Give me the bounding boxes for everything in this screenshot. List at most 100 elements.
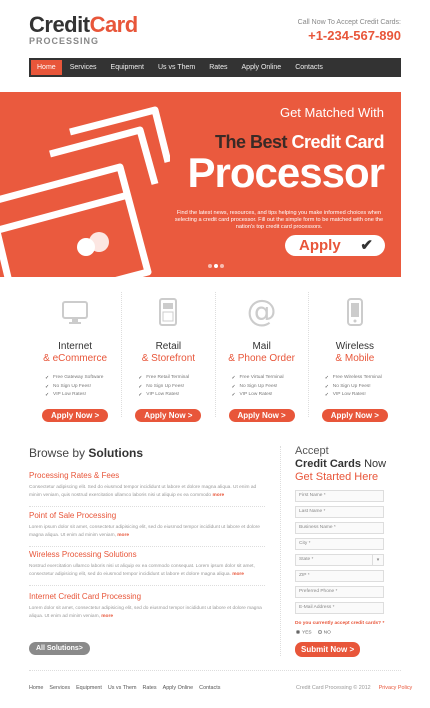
services-row: Internet & eCommerce Free Gateway Softwa… — [29, 292, 401, 422]
first-name-field[interactable]: First Name * — [295, 490, 384, 502]
more-link[interactable]: more — [212, 493, 224, 498]
footer-link-home[interactable]: Home — [29, 685, 43, 691]
hero-description: Find the latest news, resources, and tip… — [174, 210, 384, 230]
call-us-block: Call Now To Accept Credit Cards: +1-234-… — [298, 19, 401, 42]
logo-word-2: Card — [89, 12, 139, 37]
service-subtitle: & Phone Order — [228, 353, 295, 364]
state-select-label: State * — [299, 557, 314, 562]
logo-word-1: Credit — [29, 12, 90, 37]
nav-rates[interactable]: Rates — [203, 60, 233, 75]
service-title: Wireless — [335, 341, 375, 352]
more-link[interactable]: more — [101, 614, 113, 619]
apply-now-button[interactable]: Apply Now > — [135, 408, 202, 422]
slider-dot[interactable] — [208, 264, 212, 268]
footer-link-contacts[interactable]: Contacts — [199, 685, 220, 691]
browse-title-a: Browse by — [29, 446, 89, 460]
slider-dot[interactable] — [220, 264, 224, 268]
hero-banner: Get Matched With The Best Credit Card Pr… — [0, 92, 401, 277]
service-wireless: Wireless & Mobile Free Wireless Terminal… — [309, 292, 401, 422]
phone-field[interactable]: Preferred Phone * — [295, 586, 384, 598]
feature-item: No Sign Up Fees! — [138, 383, 214, 392]
privacy-policy-link[interactable]: Privacy Policy — [379, 685, 413, 691]
service-title: Mail — [252, 341, 271, 352]
last-name-field[interactable]: Last Name * — [295, 506, 384, 518]
hero-apply-label: Apply — [299, 237, 341, 254]
solution-desc: Nostrud exercitation ullamco laboris nis… — [29, 564, 255, 577]
footer-link-equipment[interactable]: Equipment — [76, 685, 102, 691]
footer-link-services[interactable]: Services — [49, 685, 70, 691]
feature-item: Free Gateway Software — [45, 374, 121, 383]
form-heading: Accept Credit Cards Now Get Started Here — [295, 446, 386, 483]
service-features: Free Virtual Terminal No Sign Up Fees! V… — [232, 374, 308, 400]
service-subtitle: & Mobile — [335, 353, 375, 364]
feature-item: No Sign Up Fees! — [232, 383, 308, 392]
slider-dot[interactable] — [214, 264, 218, 268]
apply-now-button[interactable]: Apply Now > — [228, 408, 295, 422]
nav-equipment[interactable]: Equipment — [105, 60, 150, 75]
submit-button[interactable]: Submit Now > — [295, 642, 361, 657]
feature-item: VIP Low Rates! — [325, 391, 401, 400]
footer-link-rates[interactable]: Rates — [143, 685, 157, 691]
radio-yes[interactable]: YES — [296, 630, 312, 635]
column-divider — [280, 446, 281, 656]
service-features: Free Wireless Terminal No Sign Up Fees! … — [325, 374, 401, 400]
solution-desc: Lorem ipsum dolor sit amet, consectetur … — [29, 525, 260, 538]
service-features: Free Gateway Software No Sign Up Fees! V… — [45, 374, 121, 400]
nav-contacts[interactable]: Contacts — [289, 60, 329, 75]
state-select[interactable]: State * ▾ — [295, 554, 384, 566]
feature-item: Free Wireless Terminal — [325, 374, 401, 383]
accept-radio-group: YES NO — [296, 630, 331, 635]
hero-apply-button[interactable]: Apply ✔ — [285, 235, 385, 256]
nav-home[interactable]: Home — [31, 60, 62, 75]
solution-item: Point of Sale Processing Lorem ipsum dol… — [29, 511, 265, 547]
service-subtitle: & eCommerce — [43, 353, 108, 364]
main-nav: Home Services Equipment Us vs Them Rates… — [29, 58, 401, 77]
site-logo[interactable]: CreditCard PROCESSING — [29, 14, 138, 46]
nav-us-vs-them[interactable]: Us vs Them — [152, 60, 201, 75]
hero-line-3: Processor — [187, 149, 385, 196]
footer-link-apply-online[interactable]: Apply Online — [163, 685, 194, 691]
more-link[interactable]: more — [117, 533, 129, 538]
solution-title[interactable]: Point of Sale Processing — [29, 511, 265, 521]
email-field[interactable]: E-Mail Address * — [295, 602, 384, 614]
form-heading-2b: Now — [361, 458, 387, 470]
browse-title: Browse by Solutions — [29, 446, 143, 460]
solution-item: Processing Rates & Fees Consectetur adip… — [29, 471, 265, 507]
feature-item: VIP Low Rates! — [138, 391, 214, 400]
solution-item: Wireless Processing Solutions Nostrud ex… — [29, 550, 265, 586]
phone-number[interactable]: +1-234-567-890 — [298, 29, 401, 42]
all-solutions-button[interactable]: All Solutions> — [29, 642, 90, 655]
chevron-down-icon[interactable]: ▾ — [372, 555, 383, 565]
more-link[interactable]: more — [232, 572, 244, 577]
credit-cards-illustration — [0, 106, 170, 277]
nav-services[interactable]: Services — [64, 60, 103, 75]
feature-item: No Sign Up Fees! — [45, 383, 121, 392]
apply-now-button[interactable]: Apply Now > — [321, 408, 388, 422]
feature-item: Free Virtual Terminal — [232, 374, 308, 383]
accept-question: Do you currently accept credit cards? * — [295, 621, 385, 626]
business-name-field[interactable]: Business Name * — [295, 522, 384, 534]
pos-terminal-icon — [122, 296, 214, 328]
browse-title-b: Solutions — [88, 446, 144, 460]
solution-title[interactable]: Internet Credit Card Processing — [29, 592, 265, 602]
form-heading-1: Accept — [295, 445, 329, 457]
feature-item: Free Retail Terminal — [138, 374, 214, 383]
solution-title[interactable]: Wireless Processing Solutions — [29, 550, 265, 560]
feature-item: VIP Low Rates! — [45, 391, 121, 400]
feature-item: VIP Low Rates! — [232, 391, 308, 400]
nav-apply-online[interactable]: Apply Online — [236, 60, 288, 75]
monitor-icon — [29, 296, 121, 328]
footer-divider — [29, 670, 401, 671]
service-features: Free Retail Terminal No Sign Up Fees! VI… — [138, 374, 214, 400]
apply-now-button[interactable]: Apply Now > — [42, 408, 109, 422]
service-retail: Retail & Storefront Free Retail Terminal… — [122, 292, 216, 422]
zip-field[interactable]: ZIP * — [295, 570, 384, 582]
mobile-phone-icon — [309, 296, 401, 328]
footer-link-us-vs-them[interactable]: Us vs Them — [108, 685, 137, 691]
city-field[interactable]: City * — [295, 538, 384, 550]
solution-desc: Lorem dolor sit amet, consectetur adipis… — [29, 606, 262, 619]
solution-title[interactable]: Processing Rates & Fees — [29, 471, 265, 481]
service-mail: @ Mail & Phone Order Free Virtual Termin… — [216, 292, 309, 422]
radio-no[interactable]: NO — [317, 630, 331, 635]
feature-item: No Sign Up Fees! — [325, 383, 401, 392]
